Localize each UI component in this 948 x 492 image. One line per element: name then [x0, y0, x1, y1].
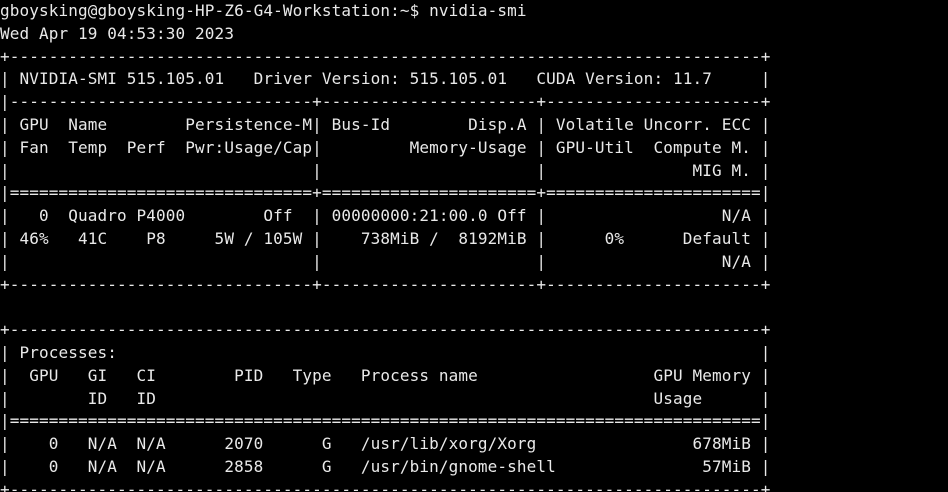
- processes-column-header-1: | GPU GI CI PID Type Process name GPU Me…: [0, 365, 771, 385]
- timestamp-line: Wed Apr 19 04:53:30 2023: [0, 23, 235, 43]
- gpu-row-line-2: | 46% 41C P8 5W / 105W | 738MiB / 8192Mi…: [0, 228, 771, 248]
- processes-bottom-border: +---------------------------------------…: [0, 479, 771, 492]
- gpu-header-divider: |===============================+=======…: [0, 183, 771, 203]
- processes-column-header-2: | ID ID Usage |: [0, 388, 771, 408]
- processes-header-divider: |=======================================…: [0, 411, 771, 431]
- gpu-column-header-3: | | | MIG M. |: [0, 160, 771, 180]
- gpu-row-line-3: | | | N/A |: [0, 251, 771, 271]
- process-row-gnome-shell: | 0 N/A N/A 2858 G /usr/bin/gnome-shell …: [0, 456, 771, 476]
- prompt-command-line: gboysking@gboysking-HP-Z6-G4-Workstation…: [0, 1, 527, 20]
- version-header-row: | NVIDIA-SMI 515.105.01 Driver Version: …: [0, 69, 771, 89]
- gpu-row-line-1: | 0 Quadro P4000 Off | 00000000:21:00.0 …: [0, 206, 771, 226]
- gpu-table-bottom-border: +-------------------------------+-------…: [0, 274, 771, 294]
- table-top-border: +---------------------------------------…: [0, 46, 771, 66]
- terminal-window[interactable]: gboysking@gboysking-HP-Z6-G4-Workstation…: [0, 0, 948, 492]
- processes-top-border: +---------------------------------------…: [0, 320, 771, 340]
- gpu-column-header-2: | Fan Temp Perf Pwr:Usage/Cap| Memory-Us…: [0, 137, 771, 157]
- header-separator: |-------------------------------+-------…: [0, 92, 771, 112]
- processes-title: | Processes: |: [0, 342, 771, 362]
- process-row-xorg: | 0 N/A N/A 2070 G /usr/lib/xorg/Xorg 67…: [0, 434, 771, 454]
- gpu-column-header-1: | GPU Name Persistence-M| Bus-Id Disp.A …: [0, 114, 771, 134]
